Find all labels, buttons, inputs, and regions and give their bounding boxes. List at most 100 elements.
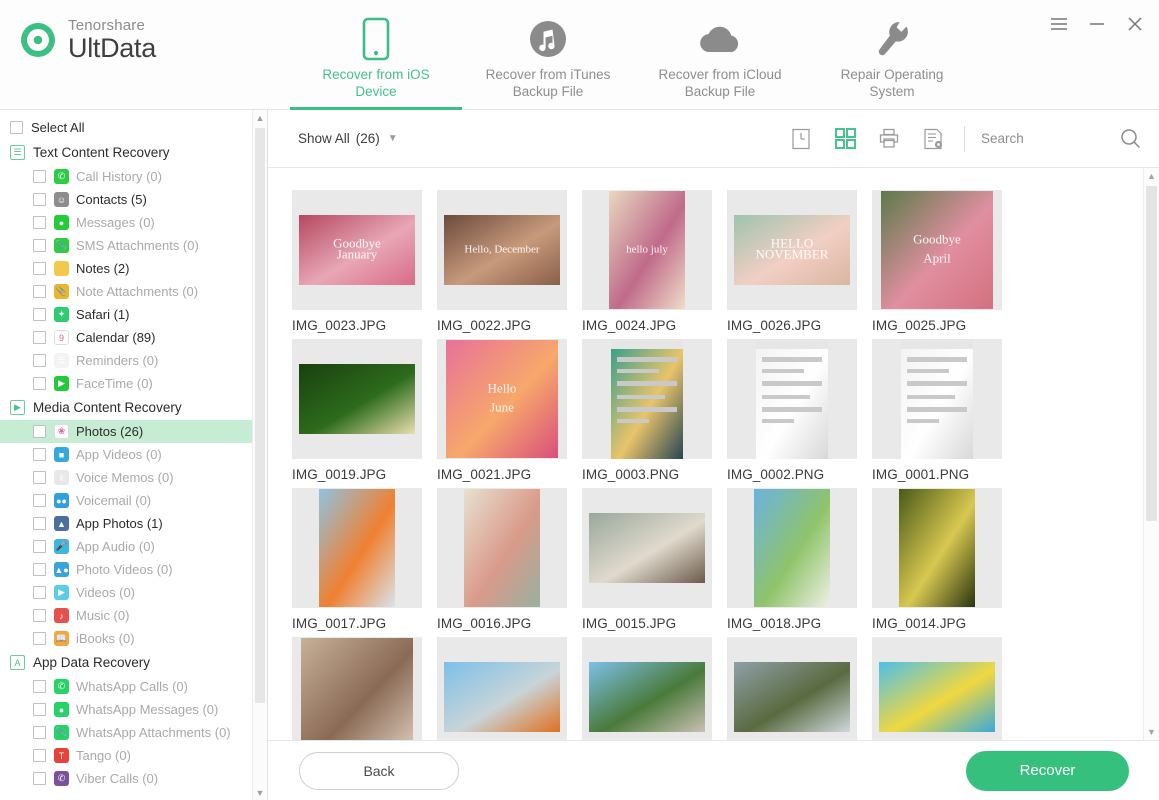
back-button[interactable]: Back <box>299 751 459 790</box>
sidebar-item-photos[interactable]: ❀ Photos (26) <box>0 420 252 443</box>
sidebar-item-note-attachments[interactable]: 📎 Note Attachments (0) <box>0 280 252 303</box>
photo-thumbnail[interactable]: Goodbye April <box>872 190 1002 310</box>
minimize-icon[interactable] <box>1087 14 1107 34</box>
photo-item[interactable] <box>727 637 872 740</box>
sidebar-item-whatsapp-attachments[interactable]: 📎 WhatsApp Attachments (0) <box>0 721 252 744</box>
photo-item[interactable]: Goodbye January IMG_0023.JPG <box>292 190 437 333</box>
item-checkbox[interactable] <box>33 262 46 275</box>
photo-thumbnail[interactable] <box>292 488 422 608</box>
search-box[interactable] <box>981 128 1141 149</box>
recover-button[interactable]: Recover <box>966 750 1129 791</box>
photo-item[interactable] <box>872 637 1017 740</box>
item-checkbox[interactable] <box>33 632 46 645</box>
photo-thumbnail[interactable]: hello july <box>582 190 712 310</box>
search-icon[interactable] <box>1120 128 1141 149</box>
photo-item[interactable]: IMG_0002.PNG <box>727 339 872 482</box>
close-icon[interactable] <box>1125 14 1145 34</box>
item-checkbox[interactable] <box>33 170 46 183</box>
sidebar-item-app-videos[interactable]: ■ App Videos (0) <box>0 443 252 466</box>
photo-thumbnail[interactable] <box>437 637 567 740</box>
sidebar-item-call-history[interactable]: ✆ Call History (0) <box>0 165 252 188</box>
grid-scrollbar[interactable]: ▲ ▼ <box>1143 168 1159 740</box>
sidebar-item-viber-calls[interactable]: ✆ Viber Calls (0) <box>0 767 252 790</box>
item-checkbox[interactable] <box>33 609 46 622</box>
item-checkbox[interactable] <box>33 425 46 438</box>
photo-thumbnail[interactable] <box>437 488 567 608</box>
export-icon[interactable] <box>922 128 944 150</box>
sidebar-item-reminders[interactable]: ☰ Reminders (0) <box>0 349 252 372</box>
photo-thumbnail[interactable] <box>582 488 712 608</box>
sidebar-item-voice-memos[interactable]: ‖ Voice Memos (0) <box>0 466 252 489</box>
item-checkbox[interactable] <box>33 308 46 321</box>
grid-scroll-down-icon[interactable]: ▼ <box>1144 724 1159 740</box>
sidebar-scrollbar-thumb[interactable] <box>255 128 265 703</box>
photo-thumbnail[interactable] <box>582 339 712 459</box>
item-checkbox[interactable] <box>33 563 46 576</box>
photo-item[interactable]: IMG_0001.PNG <box>872 339 1017 482</box>
photo-thumbnail[interactable]: HELLO NOVEMBER <box>727 190 857 310</box>
photo-item[interactable]: Hello, December IMG_0022.JPG <box>437 190 582 333</box>
photo-thumbnail[interactable]: Hello, December <box>437 190 567 310</box>
photo-item[interactable]: IMG_0017.JPG <box>292 488 437 631</box>
photo-item[interactable]: IMG_0012.JPG <box>437 637 582 740</box>
select-all-checkbox[interactable] <box>10 120 23 134</box>
sidebar-item-music[interactable]: ♪ Music (0) <box>0 604 252 627</box>
photo-item[interactable]: IMG_0011.JPG <box>582 637 727 740</box>
item-checkbox[interactable] <box>33 586 46 599</box>
item-checkbox[interactable] <box>33 540 46 553</box>
item-checkbox[interactable] <box>33 448 46 461</box>
photo-thumbnail[interactable] <box>872 488 1002 608</box>
item-checkbox[interactable] <box>33 749 46 762</box>
photo-thumbnail[interactable] <box>582 637 712 740</box>
list-view-icon[interactable] <box>790 128 812 150</box>
photo-thumbnail[interactable] <box>292 339 422 459</box>
photo-item[interactable]: IMG_0015.JPG <box>582 488 727 631</box>
search-input[interactable] <box>981 131 1101 146</box>
sidebar-item-videos[interactable]: ▶ Videos (0) <box>0 581 252 604</box>
item-checkbox[interactable] <box>33 239 46 252</box>
item-checkbox[interactable] <box>33 471 46 484</box>
tab-recover-from-itunes-backup[interactable]: Recover from iTunes Backup File <box>462 0 634 110</box>
sidebar-item-whatsapp-messages[interactable]: ● WhatsApp Messages (0) <box>0 698 252 721</box>
sidebar-group-text-content-icon[interactable]: ☰ Text Content Recovery <box>0 140 252 165</box>
photo-item[interactable]: IMG_0003.PNG <box>582 339 727 482</box>
sidebar-item-photo-videos[interactable]: ▲● Photo Videos (0) <box>0 558 252 581</box>
show-all-dropdown[interactable]: Show All (26) ▼ <box>298 131 398 146</box>
photo-item[interactable]: hello july IMG_0024.JPG <box>582 190 727 333</box>
photo-thumbnail[interactable] <box>727 637 857 740</box>
grid-view-icon[interactable] <box>834 128 856 150</box>
item-checkbox[interactable] <box>33 703 46 716</box>
sidebar-item-ibooks[interactable]: 📖 iBooks (0) <box>0 627 252 650</box>
item-checkbox[interactable] <box>33 680 46 693</box>
scroll-down-icon[interactable]: ▼ <box>253 785 267 800</box>
photo-thumbnail[interactable] <box>872 637 1002 740</box>
photo-item[interactable]: IMG_0019.JPG <box>292 339 437 482</box>
grid-scrollbar-thumb[interactable] <box>1146 186 1157 521</box>
item-checkbox[interactable] <box>33 331 46 344</box>
photo-item[interactable]: IMG_0013.JPG <box>292 637 437 740</box>
sidebar-item-messages[interactable]: ● Messages (0) <box>0 211 252 234</box>
sidebar-item-sms-attachments[interactable]: 📎 SMS Attachments (0) <box>0 234 252 257</box>
item-checkbox[interactable] <box>33 377 46 390</box>
sidebar-item-app-audio[interactable]: 🎤 App Audio (0) <box>0 535 252 558</box>
photo-thumbnail[interactable] <box>727 488 857 608</box>
sidebar-item-tango[interactable]: T Tango (0) <box>0 744 252 767</box>
sidebar-item-calendar[interactable]: 9 Calendar (89) <box>0 326 252 349</box>
sidebar-item-notes[interactable]: Notes (2) <box>0 257 252 280</box>
tab-repair-operating-system[interactable]: Repair Operating System <box>806 0 978 110</box>
photo-thumbnail[interactable]: Goodbye January <box>292 190 422 310</box>
print-icon[interactable] <box>878 128 900 150</box>
tab-recover-from-icloud-backup[interactable]: Recover from iCloud Backup File <box>634 0 806 110</box>
sidebar-group-app-data-icon[interactable]: A App Data Recovery <box>0 650 252 675</box>
photo-item[interactable]: Hello June IMG_0021.JPG <box>437 339 582 482</box>
sidebar-item-safari[interactable]: ✦ Safari (1) <box>0 303 252 326</box>
scroll-up-icon[interactable]: ▲ <box>253 110 267 125</box>
item-checkbox[interactable] <box>33 772 46 785</box>
item-checkbox[interactable] <box>33 216 46 229</box>
photo-thumbnail[interactable]: Hello June <box>437 339 567 459</box>
photo-thumbnail[interactable] <box>872 339 1002 459</box>
photo-item[interactable]: IMG_0018.JPG <box>727 488 872 631</box>
item-checkbox[interactable] <box>33 517 46 530</box>
sidebar-group-media-content-icon[interactable]: ▶ Media Content Recovery <box>0 395 252 420</box>
photo-item[interactable]: Goodbye April IMG_0025.JPG <box>872 190 1017 333</box>
